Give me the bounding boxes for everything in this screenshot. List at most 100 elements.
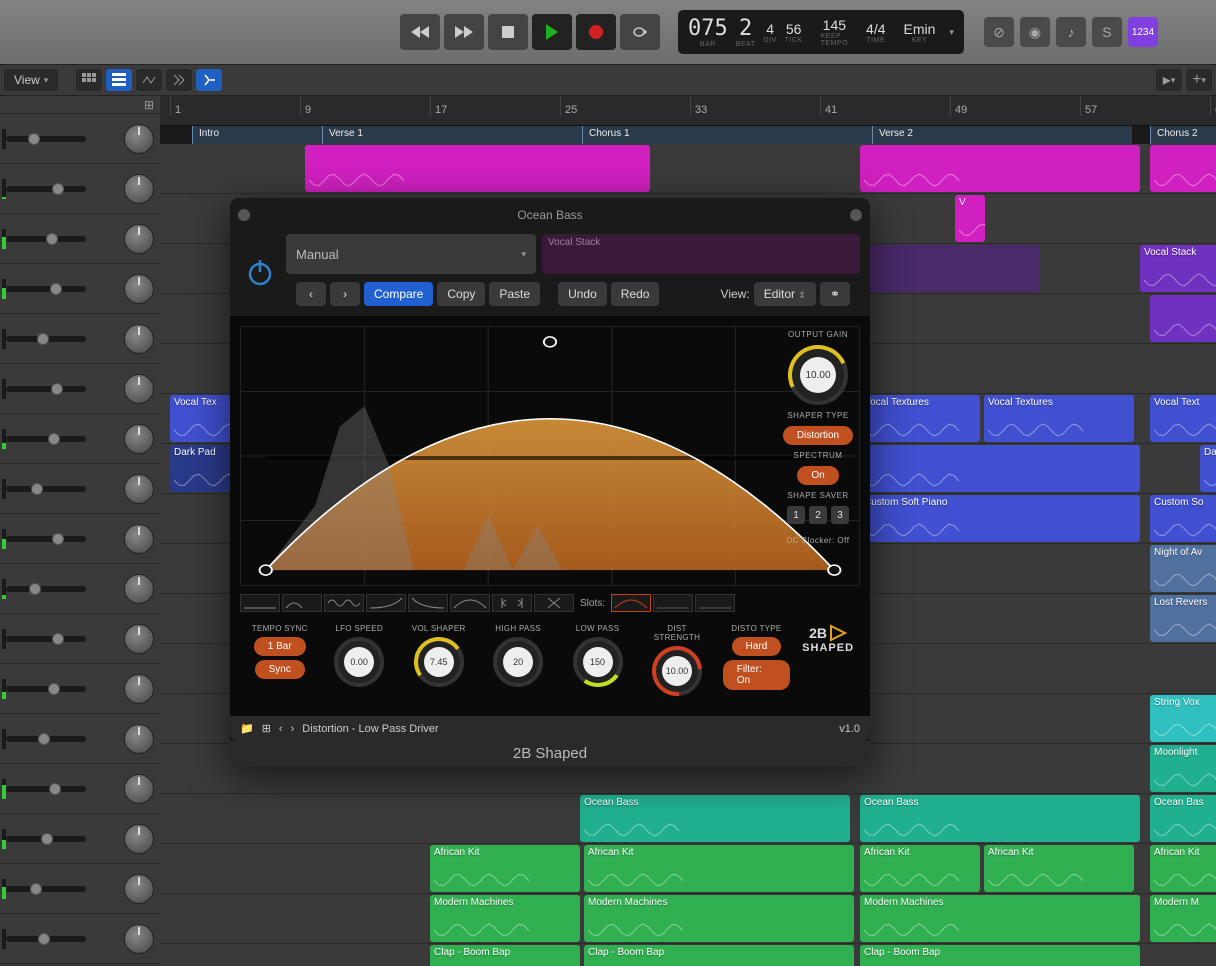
volume-fader[interactable] — [6, 186, 86, 192]
settings-icon[interactable]: ⊞ — [144, 98, 154, 112]
volume-fader[interactable] — [6, 136, 86, 142]
slot-1[interactable] — [611, 594, 651, 612]
pan-knob[interactable] — [124, 124, 154, 154]
region[interactable] — [860, 445, 1140, 492]
link-button[interactable]: ⚭ — [820, 282, 850, 306]
pan-knob[interactable] — [124, 774, 154, 804]
lcd-display[interactable]: 075BAR 2BEAT 4DIV 56TICK 145KEEP TEMPO 4… — [678, 10, 964, 54]
pan-knob[interactable] — [124, 224, 154, 254]
shape-save-1[interactable]: 1 — [787, 506, 805, 524]
cycle-button[interactable] — [620, 14, 660, 50]
region[interactable]: Da — [1200, 445, 1216, 492]
volume-fader[interactable] — [6, 286, 86, 292]
undo-button[interactable]: Undo — [558, 282, 607, 306]
low-pass-knob[interactable]: 150 — [573, 637, 623, 687]
pan-knob[interactable] — [124, 674, 154, 704]
spectrum-button[interactable]: On — [797, 466, 838, 485]
sync-button[interactable]: Sync — [255, 660, 305, 679]
automation-icon[interactable] — [136, 69, 162, 91]
region[interactable]: Custom So — [1150, 495, 1216, 542]
shape-preset-2[interactable] — [282, 594, 322, 612]
pan-knob[interactable] — [124, 474, 154, 504]
close-icon[interactable] — [238, 209, 250, 221]
region[interactable]: African Kit — [860, 845, 980, 892]
track-row[interactable]: Clap - Boom BapClap - Boom BapClap - Boo… — [160, 944, 1216, 966]
region[interactable]: String Vox — [1150, 695, 1216, 742]
pan-knob[interactable] — [124, 174, 154, 204]
shape-preset-3[interactable] — [324, 594, 364, 612]
note-icon[interactable]: ♪ — [1056, 17, 1086, 47]
pan-knob[interactable] — [124, 924, 154, 954]
pan-knob[interactable] — [124, 624, 154, 654]
shaper-curve-display[interactable] — [240, 326, 860, 586]
pan-knob[interactable] — [124, 574, 154, 604]
pan-knob[interactable] — [124, 824, 154, 854]
power-button[interactable] — [240, 252, 280, 292]
arrangement-markers[interactable]: IntroVerse 1Chorus 1Verse 2Chorus 2 — [160, 126, 1216, 144]
track-row[interactable] — [160, 144, 1216, 194]
pan-knob[interactable] — [124, 274, 154, 304]
shape-preset-4[interactable] — [366, 594, 406, 612]
tuner-icon[interactable]: ⊘ — [984, 17, 1014, 47]
prev-icon[interactable]: ‹ — [279, 723, 283, 735]
region[interactable]: Ocean Bass — [860, 795, 1140, 842]
preset-selector[interactable]: Manual▾ — [286, 234, 536, 274]
volume-fader[interactable] — [6, 636, 86, 642]
pan-knob[interactable] — [124, 324, 154, 354]
region[interactable]: Modern M — [1150, 895, 1216, 942]
list-icon[interactable] — [106, 69, 132, 91]
record-button[interactable] — [576, 14, 616, 50]
solo-icon[interactable]: S — [1092, 17, 1122, 47]
meter-icon[interactable]: ◉ — [1020, 17, 1050, 47]
pan-knob[interactable] — [124, 874, 154, 904]
pan-knob[interactable] — [124, 424, 154, 454]
next-preset-button[interactable]: › — [330, 282, 360, 306]
volume-fader[interactable] — [6, 786, 86, 792]
region[interactable]: Dark Pad — [170, 445, 232, 492]
folder-icon[interactable]: 📁 — [240, 722, 254, 735]
track-row[interactable]: African KitAfrican KitAfrican KitAfrican… — [160, 844, 1216, 894]
volume-fader[interactable] — [6, 736, 86, 742]
region[interactable]: Moonlight — [1150, 745, 1216, 792]
shape-preset-5[interactable] — [408, 594, 448, 612]
compare-button[interactable]: Compare — [364, 282, 433, 306]
region[interactable]: Clap - Boom Bap — [860, 945, 1140, 966]
region[interactable]: Night of Av — [1150, 545, 1216, 592]
stop-button[interactable] — [488, 14, 528, 50]
region[interactable]: Ocean Bass — [580, 795, 850, 842]
lfo-speed-knob[interactable]: 0.00 — [334, 637, 384, 687]
volume-fader[interactable] — [6, 386, 86, 392]
region[interactable]: V — [955, 195, 985, 242]
pan-knob[interactable] — [124, 374, 154, 404]
count-in-badge[interactable]: 1234 — [1128, 17, 1158, 47]
volume-fader[interactable] — [6, 436, 86, 442]
region[interactable]: Clap - Boom Bap — [430, 945, 580, 966]
region[interactable]: Vocal Textures — [860, 395, 980, 442]
region[interactable] — [1150, 295, 1216, 342]
marker[interactable]: Chorus 2 — [1150, 126, 1216, 144]
region[interactable] — [305, 145, 650, 192]
region[interactable]: African Kit — [1150, 845, 1216, 892]
region[interactable]: African Kit — [584, 845, 854, 892]
track-row[interactable]: Modern MachinesModern MachinesModern Mac… — [160, 894, 1216, 944]
region[interactable] — [860, 145, 1140, 192]
shape-save-3[interactable]: 3 — [831, 506, 849, 524]
pan-knob[interactable] — [124, 524, 154, 554]
marker[interactable]: Intro — [192, 126, 322, 144]
tempo-value-button[interactable]: 1 Bar — [254, 637, 306, 656]
pan-knob[interactable] — [124, 724, 154, 754]
region[interactable]: Vocal Text — [1150, 395, 1216, 442]
region[interactable]: Modern Machines — [584, 895, 854, 942]
catch-icon[interactable] — [196, 69, 222, 91]
output-gain-knob[interactable]: 10.00 — [788, 345, 848, 405]
marker[interactable]: Verse 2 — [872, 126, 1132, 144]
dist-strength-knob[interactable]: 10.00 — [652, 646, 702, 696]
volume-fader[interactable] — [6, 586, 86, 592]
grid-icon[interactable] — [76, 69, 102, 91]
play-button[interactable] — [532, 14, 572, 50]
slot-3[interactable] — [695, 594, 735, 612]
region[interactable]: Modern Machines — [430, 895, 580, 942]
filter-on-button[interactable]: Filter: On — [723, 660, 790, 690]
disto-hard-button[interactable]: Hard — [732, 637, 782, 656]
shape-preset-6[interactable] — [450, 594, 490, 612]
